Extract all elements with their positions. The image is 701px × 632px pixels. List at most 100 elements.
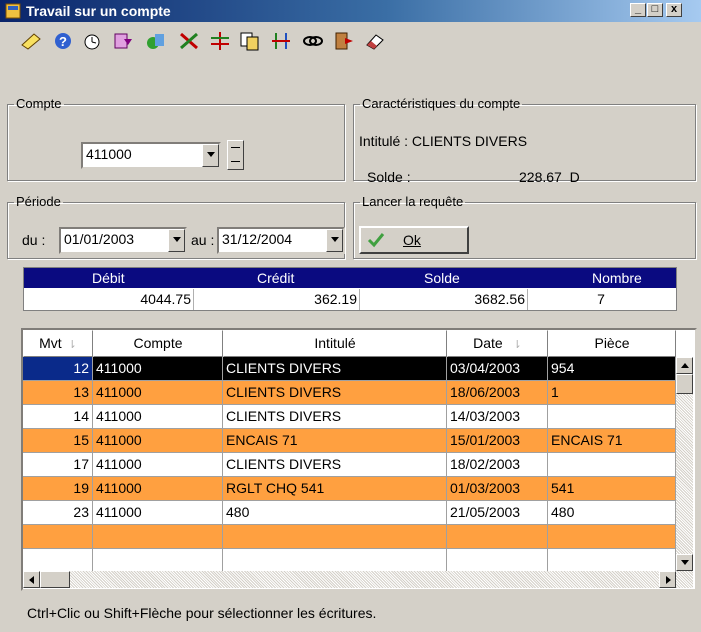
arrow-doc-icon[interactable] xyxy=(112,31,134,51)
sort-icon: ⇂ xyxy=(512,339,522,351)
solde-label: Solde : xyxy=(367,169,411,185)
cell-date: 21/05/2003 xyxy=(447,501,548,525)
table-row[interactable]: 23 411000 480 21/05/2003 480 xyxy=(23,501,676,525)
cell-intitule xyxy=(223,525,447,549)
account-window: Travail sur un compte _ □ x ? Compte 411… xyxy=(0,0,701,632)
window-title: Travail sur un compte xyxy=(26,3,171,19)
periode-group: Période du : 01/01/2003 au : 31/12/2004 xyxy=(7,195,345,259)
chevron-down-icon[interactable] xyxy=(326,229,343,252)
cell-mvt: 14 xyxy=(23,405,93,429)
table-row[interactable]: 17 411000 CLIENTS DIVERS 18/02/2003 xyxy=(23,453,676,477)
table-row[interactable]: 19 411000 RGLT CHQ 541 01/03/2003 541 xyxy=(23,477,676,501)
cell-intitule: ENCAIS 71 xyxy=(223,429,447,453)
scroll-down-button[interactable] xyxy=(676,554,693,571)
cell-compte xyxy=(93,525,223,549)
caracteristiques-legend: Caractéristiques du compte xyxy=(362,96,521,111)
hscroll-thumb[interactable] xyxy=(40,571,70,588)
du-label: du : xyxy=(22,232,46,248)
money-icon[interactable] xyxy=(145,31,167,51)
cell-mvt: 17 xyxy=(23,453,93,477)
compte-combo[interactable]: 411000 xyxy=(81,142,221,169)
cell-compte: 411000 xyxy=(93,501,223,525)
clock-icon[interactable] xyxy=(82,31,104,51)
minimize-button[interactable]: _ xyxy=(630,3,646,17)
cell-date: 15/01/2003 xyxy=(447,429,548,453)
chevron-down-icon[interactable] xyxy=(168,229,185,252)
eraser-icon[interactable] xyxy=(364,31,386,51)
cell-intitule: 480 xyxy=(223,501,447,525)
cell-mvt: 15 xyxy=(23,429,93,453)
cell-piece xyxy=(548,525,676,549)
help-icon[interactable]: ? xyxy=(52,31,74,51)
date-fin-picker[interactable]: 31/12/2004 xyxy=(217,227,345,254)
maximize-button[interactable]: □ xyxy=(647,3,663,17)
scroll-left-button[interactable] xyxy=(23,571,40,588)
table-row[interactable] xyxy=(23,549,676,573)
cell-compte: 411000 xyxy=(93,405,223,429)
cell-intitule: CLIENTS DIVERS xyxy=(223,453,447,477)
cell-piece xyxy=(548,453,676,477)
cell-mvt xyxy=(23,525,93,549)
svg-text:?: ? xyxy=(59,34,67,49)
cell-piece: 954 xyxy=(548,357,676,381)
credit-header: Crédit xyxy=(257,270,295,286)
exit-icon[interactable] xyxy=(333,31,355,51)
ecritures-grid[interactable]: Mvt ⇂ Compte Intitulé Date ⇂ Pièce 12 41100… xyxy=(21,328,697,591)
cell-date: 14/03/2003 xyxy=(447,405,548,429)
cell-date: 03/04/2003 xyxy=(447,357,548,381)
cell-intitule: CLIENTS DIVERS xyxy=(223,357,447,381)
chevron-down-icon[interactable] xyxy=(202,144,219,167)
requete-group: Lancer la requête Ok xyxy=(353,195,696,259)
table-row[interactable] xyxy=(23,525,676,549)
vertical-scrollbar[interactable] xyxy=(676,357,693,571)
cell-compte: 411000 xyxy=(93,453,223,477)
au-label: au : xyxy=(191,232,215,248)
col-mvt[interactable]: Mvt ⇂ xyxy=(23,330,93,357)
ok-button[interactable]: Ok xyxy=(359,226,469,254)
cell-compte: 411000 xyxy=(93,477,223,501)
date-debut-picker[interactable]: 01/01/2003 xyxy=(59,227,187,254)
col-compte[interactable]: Compte xyxy=(93,330,223,357)
horizontal-scrollbar[interactable] xyxy=(23,571,693,588)
close-button[interactable]: x xyxy=(666,3,682,17)
cell-piece: 541 xyxy=(548,477,676,501)
status-text: Ctrl+Clic ou Shift+Flèche pour sélection… xyxy=(27,605,377,621)
cell-mvt: 13 xyxy=(23,381,93,405)
link-icon[interactable] xyxy=(302,31,324,51)
au-value: 31/12/2004 xyxy=(222,231,293,247)
table-row[interactable]: 14 411000 CLIENTS DIVERS 14/03/2003 xyxy=(23,405,676,429)
copy-icon[interactable] xyxy=(239,31,261,51)
credit-value: 362.19 xyxy=(194,289,360,310)
periode-legend: Période xyxy=(16,194,61,209)
requete-legend: Lancer la requête xyxy=(362,194,464,209)
solde-header: Solde xyxy=(424,270,460,286)
scroll-up-button[interactable] xyxy=(676,357,693,374)
scroll-thumb[interactable] xyxy=(676,374,693,394)
du-value: 01/01/2003 xyxy=(64,231,135,247)
cell-date: 18/06/2003 xyxy=(447,381,548,405)
cell-date: 01/03/2003 xyxy=(447,477,548,501)
cell-date xyxy=(447,525,548,549)
table-row[interactable]: 12 411000 CLIENTS DIVERS 03/04/2003 954 xyxy=(23,357,676,381)
scroll-right-button[interactable] xyxy=(659,571,676,588)
summary-table: Débit Crédit Solde Nombre 4044.75 362.19… xyxy=(23,267,677,311)
cell-piece: 1 xyxy=(548,381,676,405)
compte-value: 411000 xyxy=(86,146,132,162)
tools-icon[interactable] xyxy=(178,31,200,51)
table-row[interactable]: 15 411000 ENCAIS 71 15/01/2003 ENCAIS 71 xyxy=(23,429,676,453)
split-icon[interactable] xyxy=(209,31,231,51)
summary-header: Débit Crédit Solde Nombre xyxy=(24,268,676,288)
title-bar[interactable]: Travail sur un compte _ □ x xyxy=(0,0,701,22)
sort-icon: ⇂ xyxy=(67,339,77,351)
compte-spinner[interactable] xyxy=(227,140,244,170)
cell-intitule: CLIENTS DIVERS xyxy=(223,381,447,405)
col-intitule[interactable]: Intitulé xyxy=(223,330,447,357)
col-date[interactable]: Date ⇂ xyxy=(447,330,548,357)
note-icon[interactable] xyxy=(20,31,42,51)
cell-compte: 411000 xyxy=(93,429,223,453)
solde-value: 228.67 D xyxy=(519,169,580,185)
table-row[interactable]: 13 411000 CLIENTS DIVERS 18/06/2003 1 xyxy=(23,381,676,405)
col-piece[interactable]: Pièce xyxy=(548,330,676,357)
compte-legend: Compte xyxy=(16,96,62,111)
sort-icon[interactable] xyxy=(270,31,292,51)
